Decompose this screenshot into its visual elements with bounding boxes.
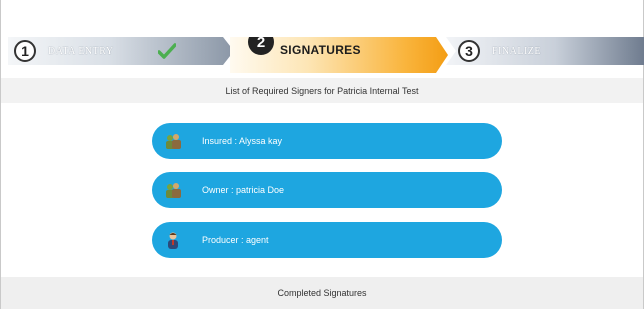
signers-title: List of Required Signers for Patricia In… xyxy=(225,85,419,96)
signer-insured-button[interactable]: Insured : Alyssa kay xyxy=(152,123,502,159)
signer-label: Producer : agent xyxy=(202,235,269,245)
completed-signatures-band: Completed Signatures xyxy=(1,277,643,309)
people-icon xyxy=(166,134,181,149)
signer-owner-button[interactable]: Owner : patricia Doe xyxy=(152,172,502,208)
person-icon xyxy=(168,232,178,249)
people-icon xyxy=(166,183,181,198)
step-number: 3 xyxy=(458,40,480,62)
step-label: DATA ENTRY xyxy=(48,45,114,57)
step-label: SIGNATURES xyxy=(280,43,361,57)
step-signatures[interactable]: 2 SIGNATURES xyxy=(230,37,448,73)
step-finalize[interactable]: 3 FINALIZE xyxy=(446,37,644,65)
signer-producer-button[interactable]: Producer : agent xyxy=(152,222,502,258)
completed-signatures-title: Completed Signatures xyxy=(277,288,367,298)
checkmark-icon xyxy=(158,43,176,59)
step-number: 2 xyxy=(248,37,274,55)
signer-label: Owner : patricia Doe xyxy=(202,185,285,195)
step-number: 1 xyxy=(14,40,36,62)
step-label: FINALIZE xyxy=(492,45,541,57)
signers-title-band: List of Required Signers for Patricia In… xyxy=(1,78,643,103)
signer-label: Insured : Alyssa kay xyxy=(202,136,283,146)
wizard-steps: 1 DATA ENTRY 2 SIGNATURES 3 FINALIZE xyxy=(8,29,644,73)
step-data-entry[interactable]: 1 DATA ENTRY xyxy=(8,37,234,65)
